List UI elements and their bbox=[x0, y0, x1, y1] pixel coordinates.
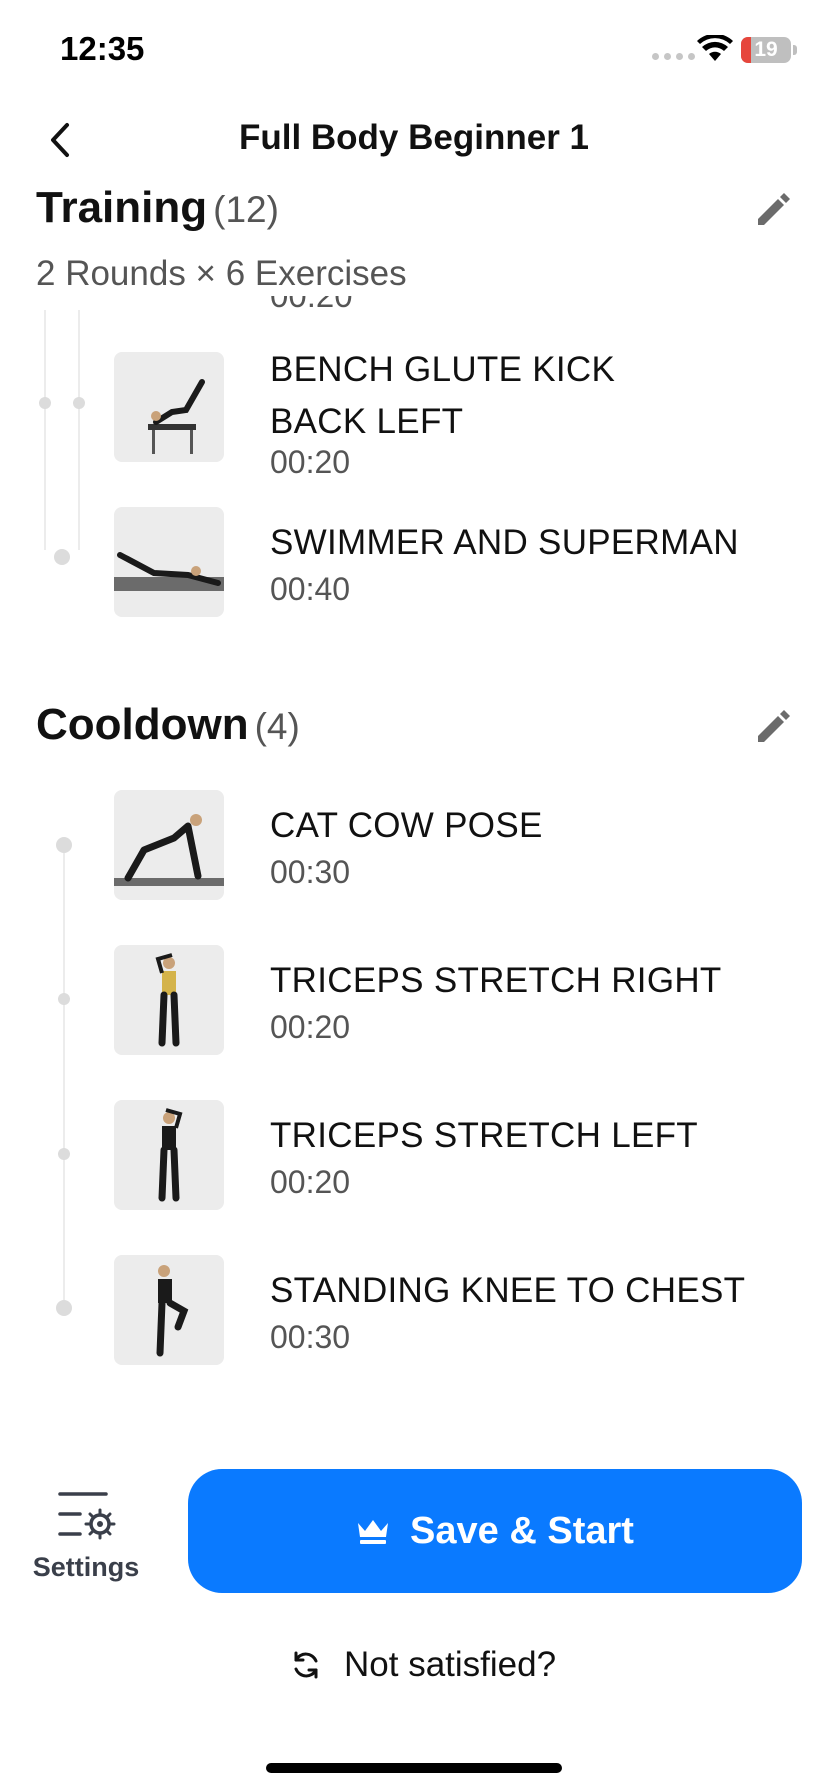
exercise-duration: 00:30 bbox=[270, 854, 351, 890]
exercise-name: TRICEPS STRETCH RIGHT bbox=[270, 961, 722, 1000]
battery-level: 19 bbox=[754, 38, 778, 61]
swimmer-superman-image bbox=[114, 552, 224, 591]
battery-tip bbox=[793, 45, 797, 55]
bench-glute-kick-image bbox=[148, 379, 205, 454]
not-satisfied-button[interactable]: Not satisfied? bbox=[290, 1635, 556, 1695]
cellular-signal-icon bbox=[652, 53, 695, 60]
pencil-icon bbox=[758, 193, 790, 225]
cooldown-header: Cooldown (4) bbox=[36, 700, 796, 760]
timeline-dot bbox=[54, 549, 70, 565]
timeline-dot bbox=[73, 397, 85, 409]
status-time: 12:35 bbox=[60, 30, 145, 67]
exercise-duration: 00:30 bbox=[270, 1319, 351, 1355]
refresh-icon bbox=[294, 1651, 318, 1679]
exercise-duration: 00:40 bbox=[270, 571, 351, 607]
exercise-name: BENCH GLUTE KICK bbox=[270, 350, 616, 389]
wifi-icon bbox=[697, 35, 733, 61]
exercise-thumbnail bbox=[114, 1100, 224, 1210]
exercise-name: TRICEPS STRETCH LEFT bbox=[270, 1116, 698, 1155]
status-bar: 12:35 19 bbox=[0, 0, 828, 100]
exercise-thumbnail bbox=[114, 352, 224, 462]
timeline-dot bbox=[58, 1148, 70, 1160]
exercise-thumbnail bbox=[114, 1255, 224, 1365]
save-start-label: Save & Start bbox=[410, 1509, 634, 1552]
training-subtitle: 2 Rounds × 6 Exercises bbox=[36, 254, 407, 293]
exercise-name: SWIMMER AND SUPERMAN bbox=[270, 523, 739, 562]
edit-cooldown-button[interactable] bbox=[752, 704, 796, 748]
cooldown-count: (4) bbox=[254, 706, 300, 747]
timeline-dot bbox=[56, 837, 72, 853]
training-count: (12) bbox=[213, 189, 279, 230]
exercise-name: BACK LEFT bbox=[270, 402, 464, 441]
edit-training-button[interactable] bbox=[752, 187, 796, 231]
training-header: Training (12) bbox=[36, 183, 796, 243]
cat-cow-image bbox=[114, 814, 224, 886]
not-satisfied-label: Not satisfied? bbox=[344, 1645, 557, 1684]
exercise-thumbnail bbox=[114, 507, 224, 617]
exercise-duration: 00:20 bbox=[270, 1164, 351, 1200]
timeline-line bbox=[63, 844, 65, 1308]
timeline-line bbox=[44, 310, 46, 550]
timeline-dot bbox=[58, 993, 70, 1005]
timeline-dot bbox=[56, 1300, 72, 1316]
exercise-duration: 00:20 bbox=[270, 1009, 351, 1045]
exercise-name: STANDING KNEE TO CHEST bbox=[270, 1271, 746, 1310]
clipped-exercise-time: 00:20 bbox=[270, 296, 353, 308]
settings-sliders-icon bbox=[58, 1492, 116, 1540]
exercise-thumbnail bbox=[114, 945, 224, 1055]
training-title: Training bbox=[36, 183, 208, 232]
timeline-dot bbox=[39, 397, 51, 409]
crown-icon bbox=[358, 1520, 389, 1544]
cooldown-title: Cooldown bbox=[36, 700, 249, 749]
pencil-icon bbox=[758, 710, 790, 742]
settings-label: Settings bbox=[32, 1552, 140, 1582]
standing-knee-to-chest-image bbox=[156, 1265, 189, 1357]
exercise-name: CAT COW POSE bbox=[270, 806, 543, 845]
home-indicator bbox=[266, 1763, 562, 1773]
settings-button[interactable]: Settings bbox=[24, 1480, 148, 1590]
exercise-thumbnail bbox=[114, 790, 224, 900]
exercise-duration: 00:20 bbox=[270, 444, 351, 480]
triceps-stretch-left-image bbox=[158, 1108, 183, 1202]
battery-icon: 19 bbox=[741, 37, 791, 63]
timeline-line bbox=[78, 310, 80, 550]
save-start-button[interactable]: Save & Start bbox=[188, 1469, 802, 1593]
page-title: Full Body Beginner 1 bbox=[238, 118, 590, 157]
triceps-stretch-right-image bbox=[155, 953, 180, 1047]
